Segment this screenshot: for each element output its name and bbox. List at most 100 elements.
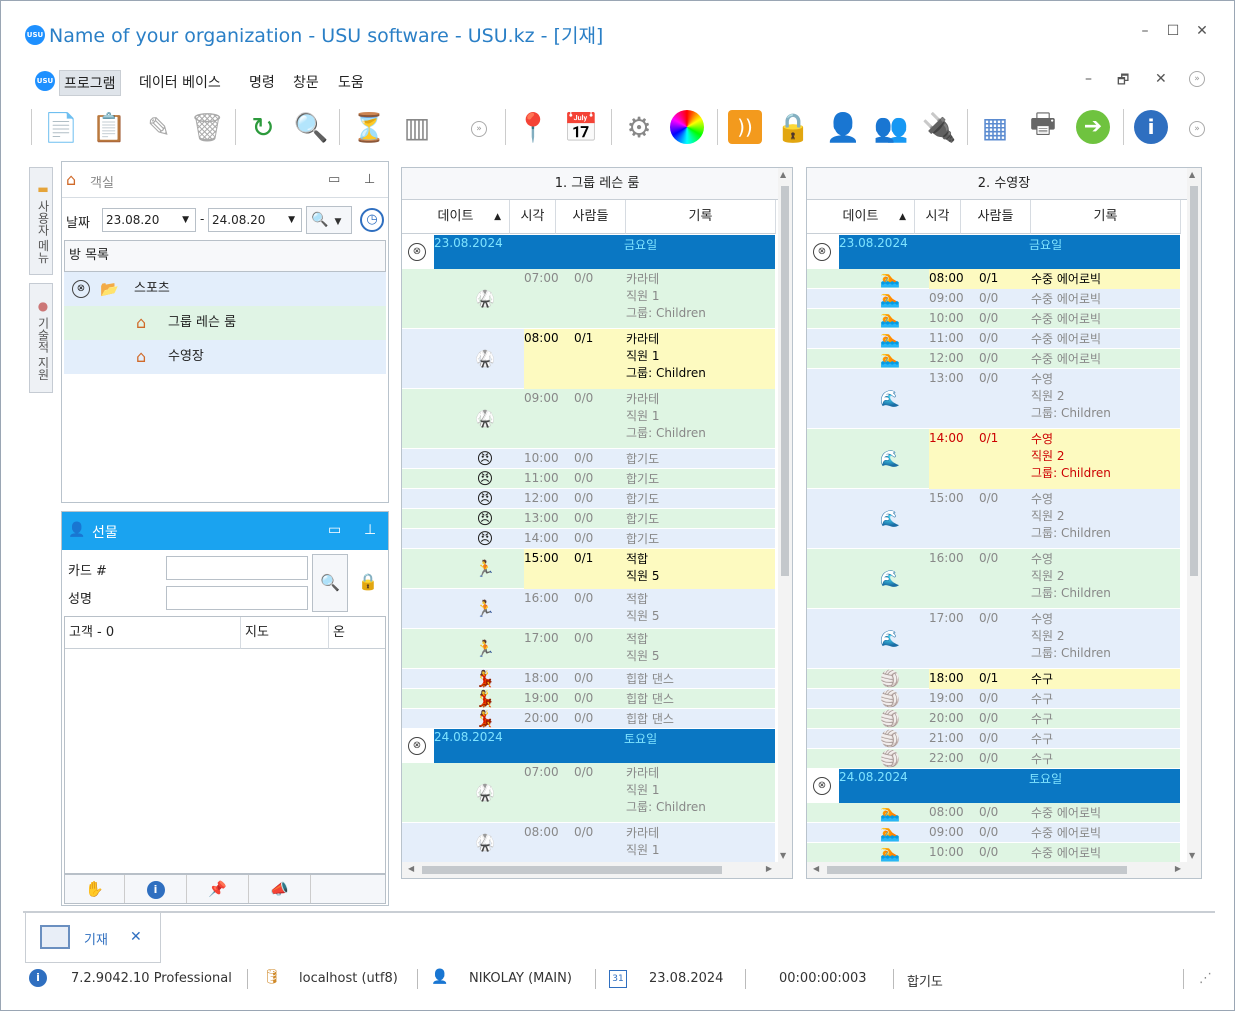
scroll-up-icon[interactable]: ▲ — [780, 170, 786, 179]
table-icon[interactable]: ▦ — [975, 105, 1015, 149]
search-icon[interactable]: 🔍 — [291, 105, 331, 149]
resize-grip-icon[interactable]: ⋰ — [1199, 971, 1212, 986]
scroll-left-icon[interactable]: ◀ — [408, 864, 414, 873]
toolbar-overflow-icon-2[interactable]: » — [1189, 121, 1205, 137]
schedule-row[interactable]: 🏃 17:00 0/0 적합 직원 5 — [402, 629, 775, 669]
column-header[interactable]: 기록 — [626, 200, 776, 234]
tree-node-sports[interactable]: ⊗ 📂 스포츠 — [64, 272, 386, 306]
user-menu-tab[interactable]: ▬ 사용자 메뉴 — [29, 167, 53, 275]
rss-icon[interactable]: )) — [725, 105, 765, 149]
chevron-down-icon[interactable]: ▼ — [288, 209, 295, 231]
column-filter-icon[interactable]: ▥ — [397, 105, 437, 149]
panel-pin-button[interactable]: ⊥ — [364, 522, 376, 538]
schedule-row[interactable]: 💃 20:00 0/0 힙합 댄스 — [402, 709, 775, 729]
scroll-right-icon[interactable]: ▶ — [1175, 864, 1181, 873]
maximize-button[interactable]: ☐ — [1163, 23, 1183, 39]
chevron-down-icon[interactable]: ▼ — [182, 209, 189, 231]
day-header[interactable]: ⊗ 23.08.2024 금요일 — [402, 235, 775, 269]
schedule-row[interactable]: 🏊 09:00 0/0 수중 에어로빅 — [807, 823, 1180, 843]
collapse-icon[interactable]: ⊗ — [408, 737, 426, 755]
column-header-on[interactable]: 온 — [329, 617, 385, 649]
scroll-up-icon[interactable]: ▲ — [1189, 170, 1195, 179]
copy-icon[interactable]: 📋 — [89, 105, 129, 149]
schedule-row[interactable]: 🌊 17:00 0/0 수영 직원 2 그룹: Children — [807, 609, 1180, 669]
print-icon[interactable]: 🖶 — [1023, 105, 1063, 149]
lock-icon[interactable]: 🔒 — [358, 572, 378, 591]
scroll-thumb[interactable] — [1190, 186, 1198, 576]
schedule-row[interactable]: 🏐 19:00 0/0 수구 — [807, 689, 1180, 709]
mdi-restore-button[interactable]: 🗗 — [1117, 71, 1129, 93]
menu-overflow-icon[interactable]: » — [1189, 71, 1205, 87]
export-icon[interactable]: ➔ — [1073, 105, 1113, 149]
schedule-row[interactable]: 🏐 20:00 0/0 수구 — [807, 709, 1180, 729]
schedule-row[interactable]: 🥋 08:00 0/0 카라테 직원 1 — [402, 823, 775, 862]
schedule-row[interactable]: 🏊 09:00 0/0 수중 에어로빅 — [807, 289, 1180, 309]
day-header[interactable]: ⊗ 24.08.2024 토요일 — [807, 769, 1180, 803]
schedule-row[interactable]: 🏊 11:00 0/0 수중 에어로빅 — [807, 329, 1180, 349]
scroll-thumb[interactable] — [781, 186, 789, 576]
scroll-right-icon[interactable]: ▶ — [766, 864, 772, 873]
toolbar-overflow-icon[interactable]: » — [471, 121, 487, 137]
tech-support-tab[interactable]: ● 기술적 지원 — [29, 283, 53, 393]
menu-database[interactable]: 데이터 베이스 — [135, 70, 225, 94]
notification-icon[interactable]: 📣 — [249, 875, 311, 903]
date-from-field[interactable]: 23.08.20 ▼ — [102, 208, 196, 232]
calendar-icon[interactable]: 📅 — [561, 105, 601, 149]
column-header[interactable]: 사람들 — [556, 200, 626, 234]
collapse-icon[interactable]: ⊗ — [72, 280, 90, 298]
user-key-icon[interactable]: 👤 — [823, 105, 863, 149]
refresh-icon[interactable]: ↻ — [243, 105, 283, 149]
map-pin-icon[interactable]: 📍 — [513, 105, 553, 149]
panel-maximize-button[interactable]: ▭ — [328, 522, 341, 538]
schedule-row[interactable]: 🏊 10:00 0/0 수중 에어로빅 — [807, 843, 1180, 862]
scroll-down-icon[interactable]: ▼ — [1189, 851, 1195, 860]
delete-icon[interactable]: 🗑 — [187, 105, 227, 149]
doc-tab-close-icon[interactable]: ✕ — [130, 929, 142, 945]
info-icon[interactable]: i — [125, 875, 187, 903]
filter-icon[interactable]: ⏳ — [349, 105, 389, 149]
schedule-row[interactable]: 💃 19:00 0/0 힙합 댄스 — [402, 689, 775, 709]
schedule-row[interactable]: 😠 11:00 0/0 합기도 — [402, 469, 775, 489]
date-to-field[interactable]: 24.08.20 ▼ — [208, 208, 302, 232]
panel-maximize-button[interactable]: ▭ — [328, 172, 340, 187]
schedule-row[interactable]: 😠 14:00 0/0 합기도 — [402, 529, 775, 549]
schedule-row[interactable]: 💃 18:00 0/0 힙합 댄스 — [402, 669, 775, 689]
close-button[interactable]: ✕ — [1192, 23, 1212, 39]
tree-node-group-lesson-room[interactable]: ⌂ 그룹 레슨 룸 — [64, 306, 386, 340]
name-input[interactable] — [166, 586, 308, 610]
schedule-row[interactable]: 🏃 16:00 0/0 적합 직원 5 — [402, 589, 775, 629]
column-header[interactable]: 기록 — [1031, 200, 1181, 234]
schedule-row[interactable]: 😠 12:00 0/0 합기도 — [402, 489, 775, 509]
schedule-row[interactable]: 🌊 14:00 0/1 수영 직원 2 그룹: Children — [807, 429, 1180, 489]
schedule-row[interactable]: 🌊 16:00 0/0 수영 직원 2 그룹: Children — [807, 549, 1180, 609]
menu-window[interactable]: 창문 — [289, 70, 323, 94]
horizontal-scrollbar[interactable]: ◀ ▶ — [402, 862, 792, 878]
menu-program[interactable]: 프로그램 — [59, 70, 121, 96]
scroll-thumb[interactable] — [827, 866, 1127, 874]
schedule-row[interactable]: 🥋 08:00 0/1 카라테 직원 1 그룹: Children — [402, 329, 775, 389]
info-icon[interactable]: i — [1131, 105, 1171, 149]
users-icon[interactable]: 👥 — [871, 105, 911, 149]
column-header[interactable]: 데이트 ▲ — [402, 200, 510, 234]
schedule-row[interactable]: 🏊 08:00 0/1 수중 에어로빅 — [807, 269, 1180, 289]
schedule-row[interactable]: 🌊 13:00 0/0 수영 직원 2 그룹: Children — [807, 369, 1180, 429]
collapse-icon[interactable]: ⊗ — [408, 243, 426, 261]
mdi-close-button[interactable]: ✕ — [1155, 71, 1167, 87]
schedule-row[interactable]: 🏃 15:00 0/1 적합 직원 5 — [402, 549, 775, 589]
minimize-button[interactable]: – — [1135, 23, 1155, 39]
column-header-clients[interactable]: 고객 - 0 — [65, 617, 241, 649]
schedule-row[interactable]: 🥋 09:00 0/0 카라테 직원 1 그룹: Children — [402, 389, 775, 449]
vertical-scrollbar[interactable]: ▲ ▼ — [1187, 168, 1201, 862]
doc-tab-registration[interactable]: 기재 ✕ — [25, 913, 161, 963]
search-button[interactable]: 🔍 ▼ — [306, 206, 352, 234]
scroll-thumb[interactable] — [422, 866, 722, 874]
scroll-down-icon[interactable]: ▼ — [780, 851, 786, 860]
menu-commands[interactable]: 명령 — [245, 70, 279, 94]
schedule-row[interactable]: 🏐 22:00 0/0 수구 — [807, 749, 1180, 769]
schedule-row[interactable]: 🏐 18:00 0/1 수구 — [807, 669, 1180, 689]
card-input[interactable] — [166, 556, 308, 580]
collapse-icon[interactable]: ⊗ — [813, 243, 831, 261]
hand-icon[interactable]: ✋ — [65, 875, 125, 903]
column-header-map[interactable]: 지도 — [241, 617, 329, 649]
schedule-row[interactable]: 😠 10:00 0/0 합기도 — [402, 449, 775, 469]
